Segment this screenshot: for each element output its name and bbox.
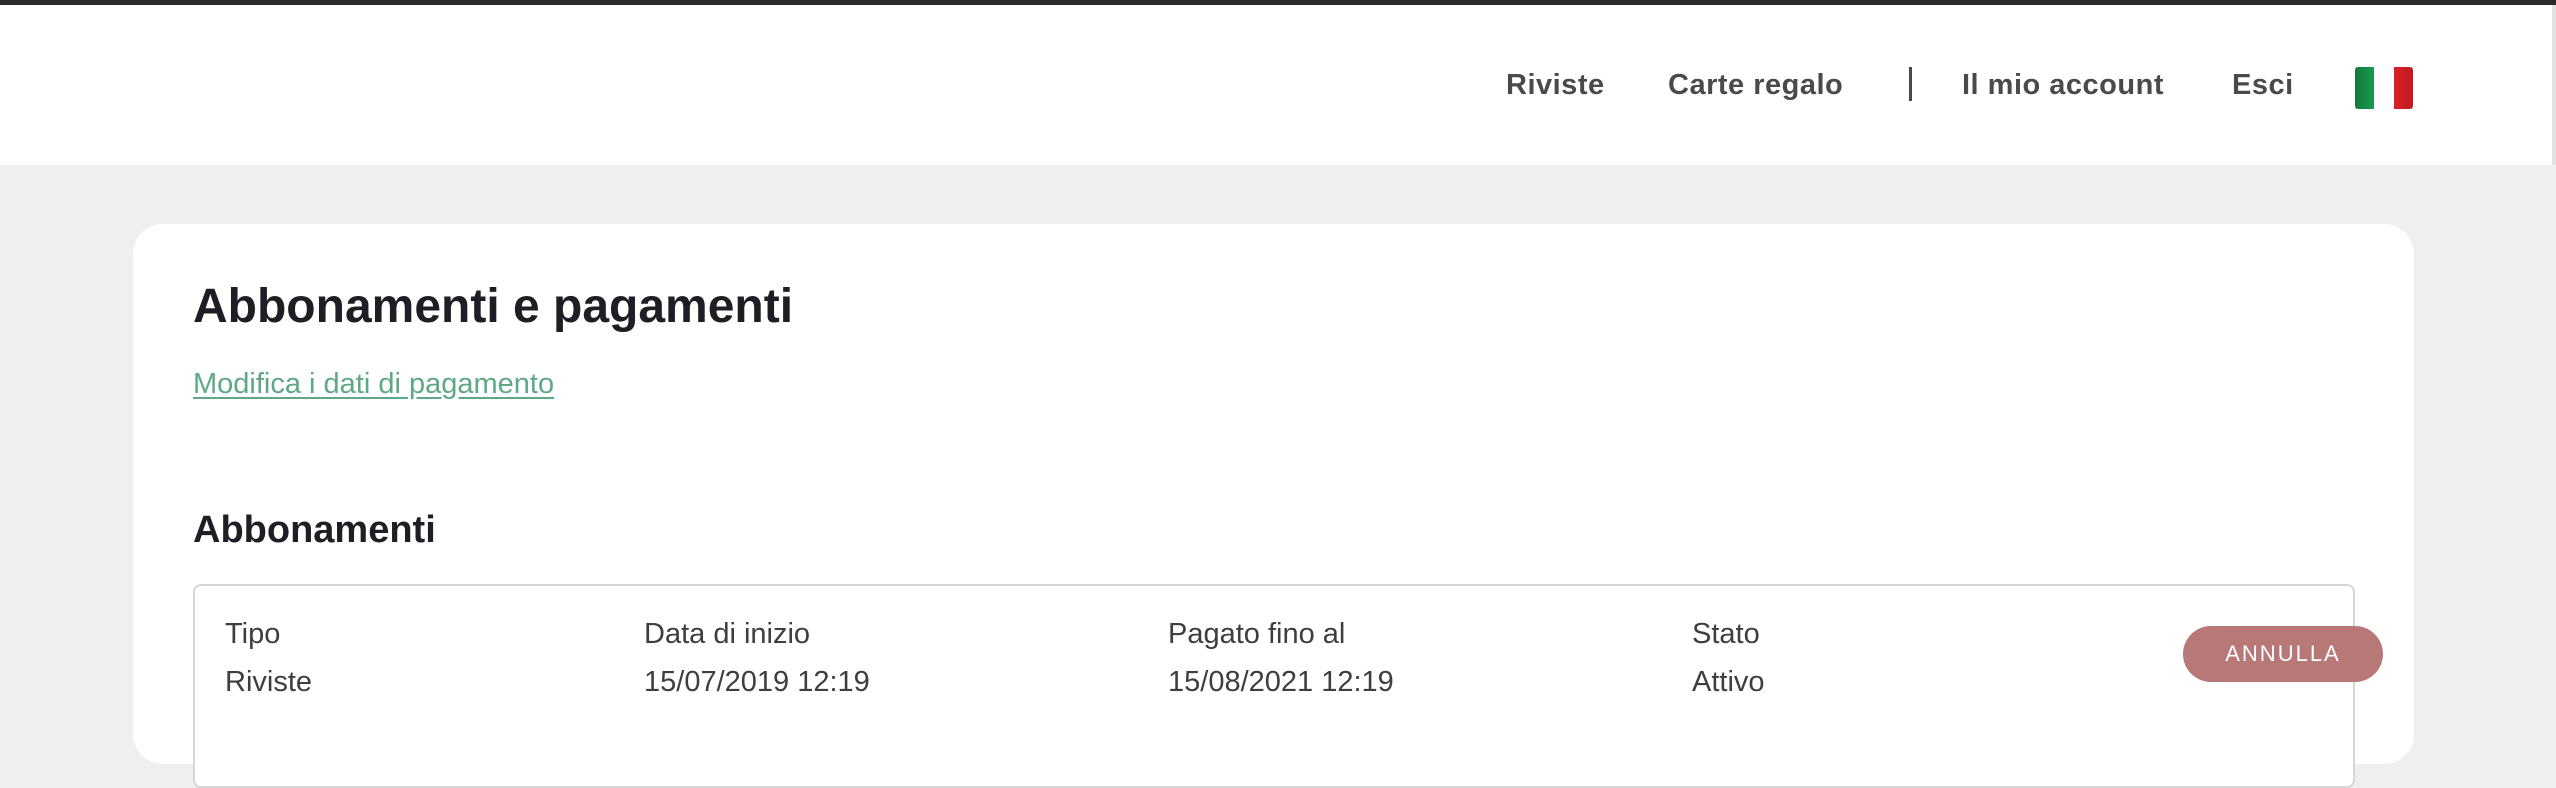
nav-separator bbox=[1909, 67, 1912, 101]
flag-white-stripe bbox=[2374, 67, 2394, 109]
nav-logout[interactable]: Esci bbox=[2232, 5, 2294, 165]
nav-carte-regalo[interactable]: Carte regalo bbox=[1668, 5, 1843, 165]
nav-my-account[interactable]: Il mio account bbox=[1962, 5, 2164, 165]
content-card: Abbonamenti e pagamenti Modifica i dati … bbox=[133, 224, 2414, 788]
status-value: Attivo bbox=[1692, 666, 1765, 698]
type-label: Tipo bbox=[225, 618, 281, 650]
flag-green-stripe bbox=[2355, 67, 2375, 109]
subscription-row: Tipo Riviste Data di inizio 15/07/2019 1… bbox=[193, 584, 2383, 788]
italy-flag-icon[interactable] bbox=[2355, 67, 2413, 109]
paid-until-value: 15/08/2021 12:19 bbox=[1168, 666, 1394, 698]
paid-until-label: Pagato fino al bbox=[1168, 618, 1346, 650]
site-header: Riviste Carte regalo Il mio account Esci bbox=[0, 5, 2556, 165]
status-label: Stato bbox=[1692, 618, 1760, 650]
type-column: Tipo Riviste bbox=[225, 610, 312, 706]
start-date-value: 15/07/2019 12:19 bbox=[644, 666, 870, 698]
edit-payment-link[interactable]: Modifica i dati di pagamento bbox=[193, 368, 554, 401]
status-column: Stato Attivo bbox=[1692, 610, 1765, 706]
cancel-subscription-button[interactable]: ANNULLA bbox=[2183, 626, 2383, 682]
subscriptions-heading: Abbonamenti bbox=[193, 509, 436, 551]
flag-red-stripe bbox=[2393, 67, 2413, 109]
paid-until-column: Pagato fino al 15/08/2021 12:19 bbox=[1168, 610, 1394, 706]
start-date-label: Data di inizio bbox=[644, 618, 811, 650]
type-value: Riviste bbox=[225, 666, 313, 698]
page-title: Abbonamenti e pagamenti bbox=[193, 280, 794, 333]
start-date-column: Data di inizio 15/07/2019 12:19 bbox=[644, 610, 870, 706]
nav-riviste[interactable]: Riviste bbox=[1506, 5, 1605, 165]
